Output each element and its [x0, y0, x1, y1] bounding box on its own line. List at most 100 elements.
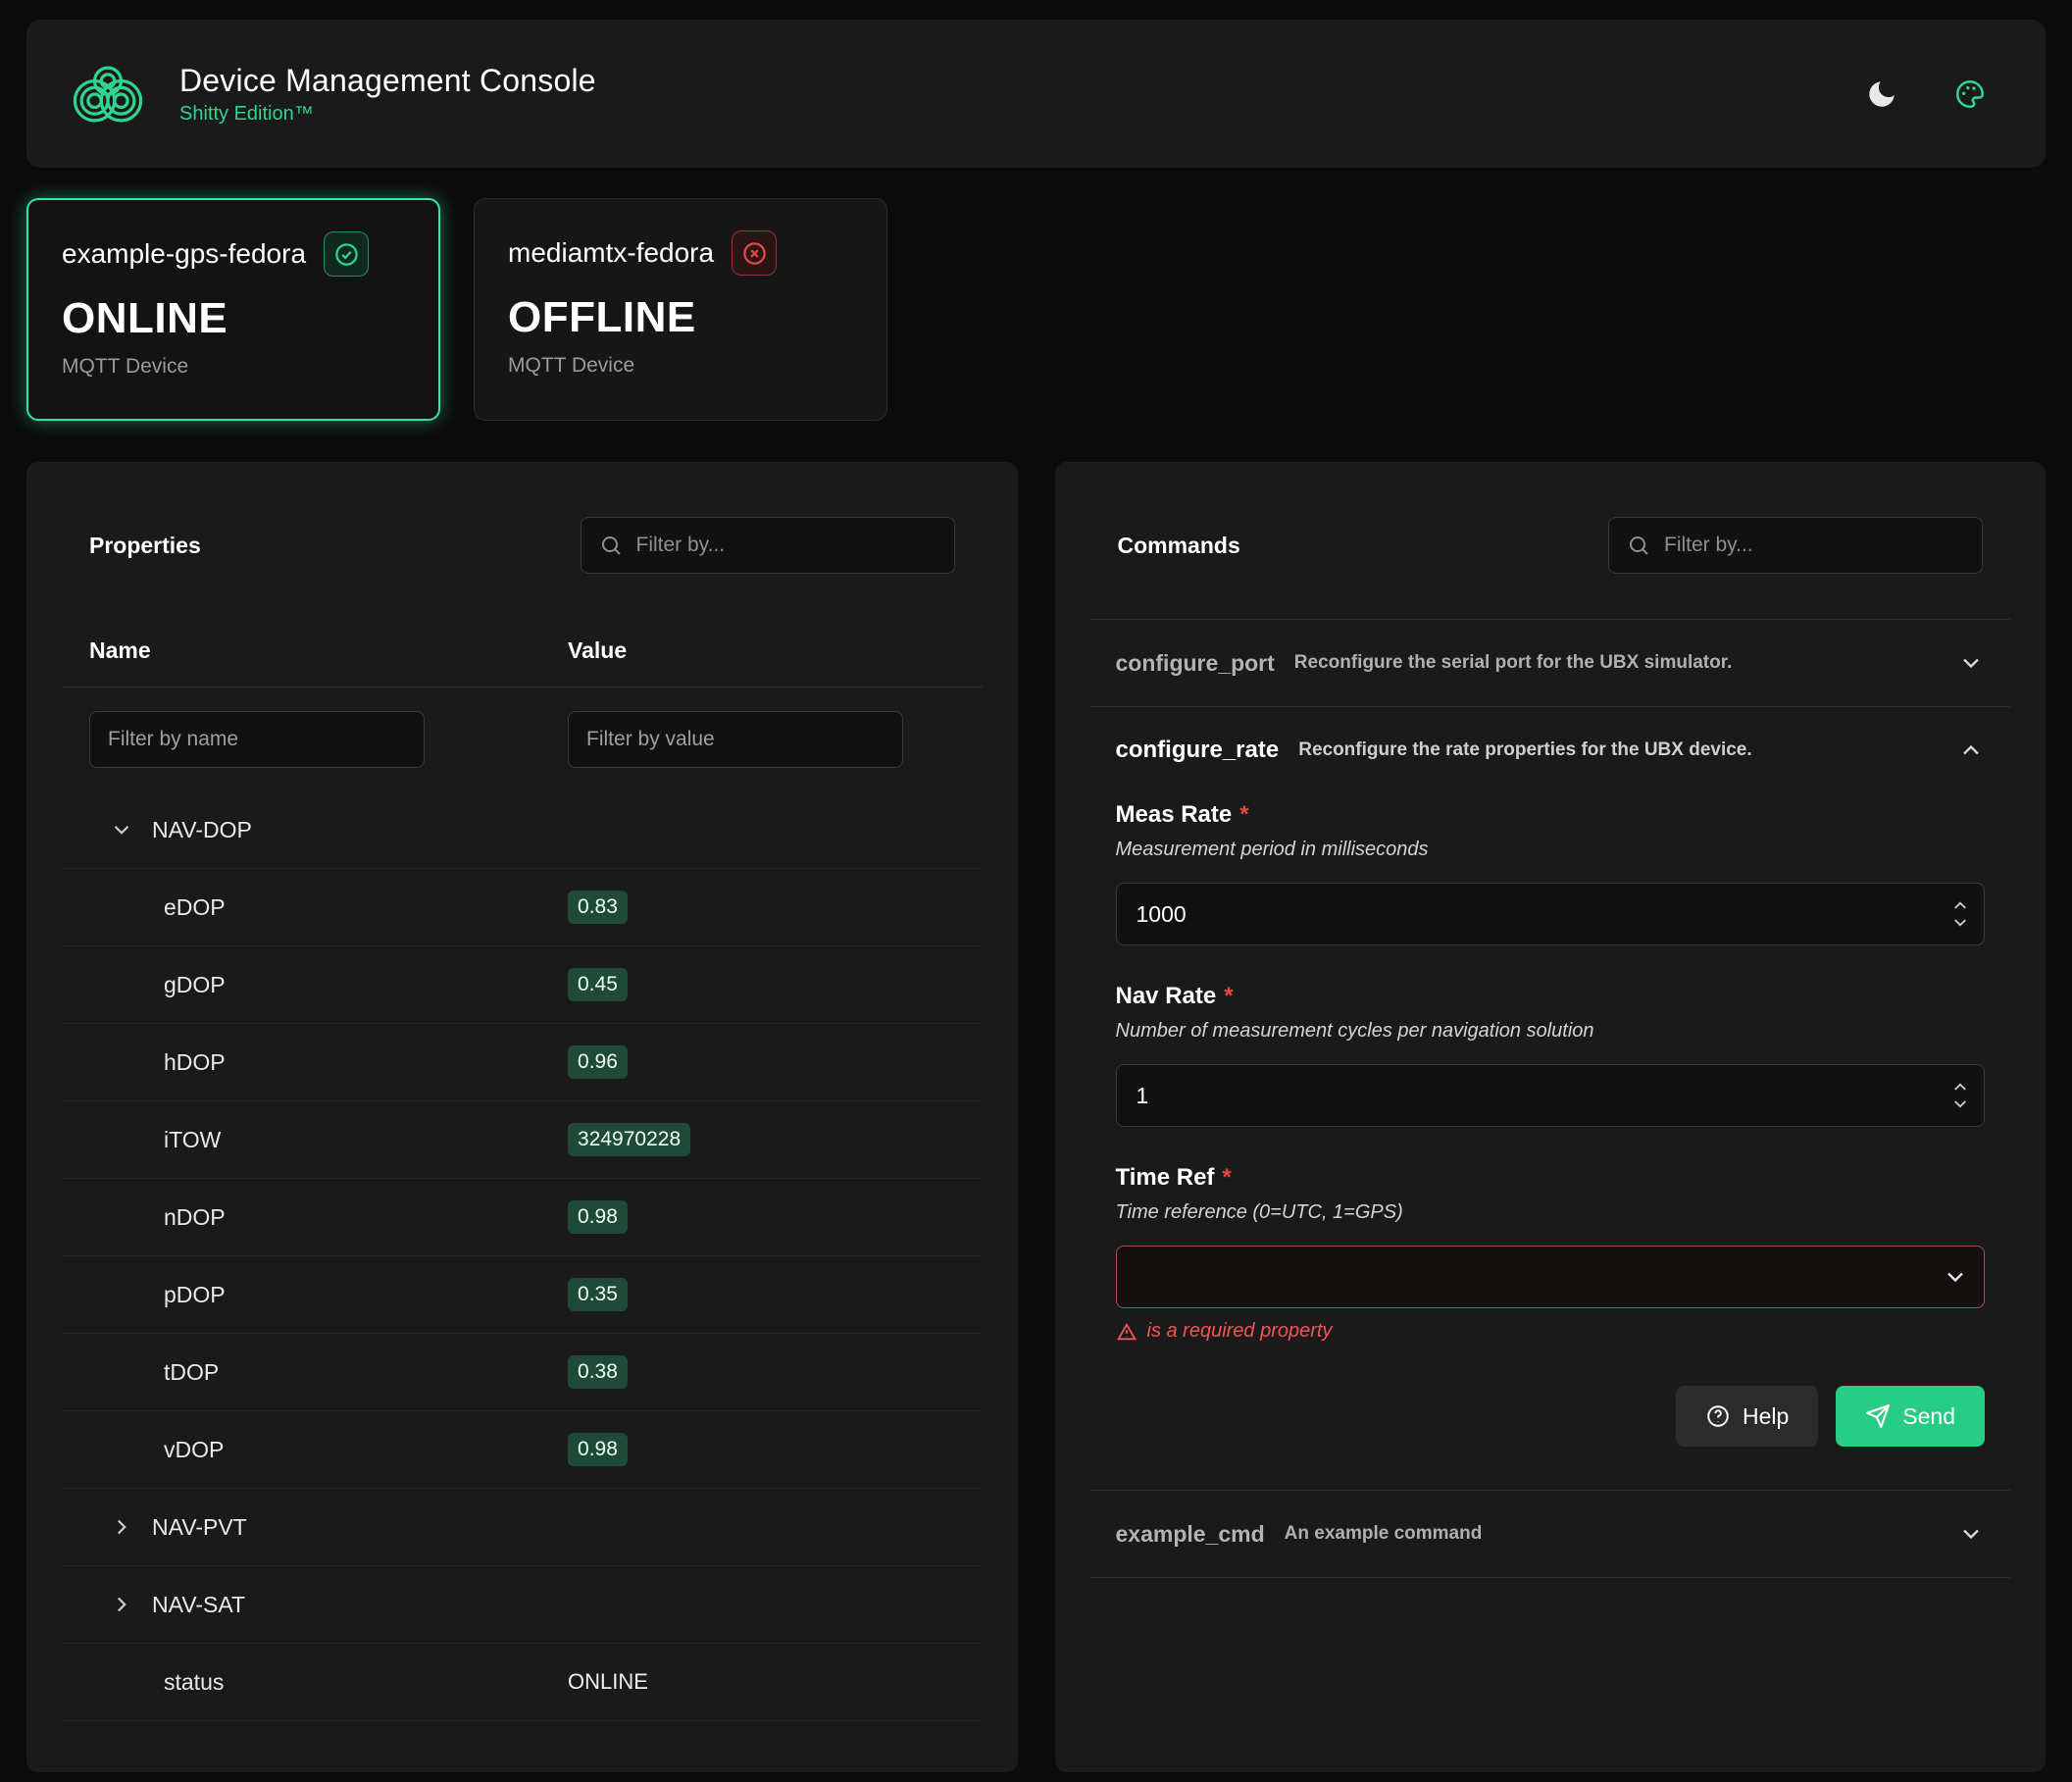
chevron-down-icon	[1957, 1520, 1985, 1548]
required-marker: *	[1222, 1164, 1231, 1191]
properties-filter-input[interactable]	[636, 534, 936, 557]
field-label: Nav Rate*	[1116, 983, 1986, 1010]
command-description: Reconfigure the rate properties for the …	[1298, 739, 1751, 761]
commands-filter-input[interactable]	[1664, 534, 1964, 557]
field-time-ref: Time Ref* Time reference (0=UTC, 1=GPS)	[1116, 1164, 1986, 1343]
command-description: An example command	[1285, 1523, 1483, 1545]
command-header[interactable]: configure_rate Reconfigure the rate prop…	[1090, 707, 2011, 793]
field-label: Meas Rate*	[1116, 801, 1986, 829]
stepper-up-icon	[1951, 898, 1969, 912]
search-icon	[1627, 534, 1650, 557]
property-name: tDOP	[164, 1359, 219, 1386]
column-header-name: Name	[62, 637, 540, 664]
command-name: configure_rate	[1116, 737, 1280, 764]
commands-filter[interactable]	[1608, 517, 1983, 574]
help-button[interactable]: Help	[1676, 1386, 1818, 1447]
property-row-vdop: vDOP 0.98	[62, 1411, 983, 1489]
property-row-gdop: gDOP 0.45	[62, 946, 983, 1024]
moon-icon	[1865, 77, 1898, 111]
property-name: iTOW	[164, 1127, 221, 1153]
property-value-badge: 0.98	[568, 1433, 628, 1466]
property-name: nDOP	[164, 1204, 226, 1231]
property-group-nav-pvt[interactable]: NAV-PVT	[62, 1489, 983, 1566]
property-name: pDOP	[164, 1282, 226, 1308]
command-actions: Help Send	[1116, 1386, 1986, 1447]
table-filter-row	[62, 687, 983, 791]
number-stepper[interactable]	[1951, 1080, 1969, 1111]
validation-error: is a required property	[1116, 1320, 1986, 1343]
palette-icon	[1953, 77, 1987, 111]
property-group-label: NAV-PVT	[152, 1514, 247, 1541]
column-header-value: Value	[540, 637, 982, 664]
commands-title: Commands	[1118, 533, 1240, 559]
device-type: MQTT Device	[62, 355, 405, 379]
property-row-ndop: nDOP 0.98	[62, 1179, 983, 1256]
device-card-head: mediamtx-fedora	[508, 230, 853, 276]
chevron-down-icon	[109, 817, 134, 842]
device-card-example-gps-fedora[interactable]: example-gps-fedora ONLINE MQTT Device	[26, 198, 440, 421]
field-hint: Measurement period in milliseconds	[1116, 839, 1986, 861]
device-card-row: example-gps-fedora ONLINE MQTT Device me…	[26, 198, 2046, 421]
command-header[interactable]: configure_port Reconfigure the serial po…	[1090, 620, 2011, 706]
app-logo-icon	[66, 52, 150, 136]
brand: Device Management Console Shitty Edition…	[66, 52, 596, 136]
command-description: Reconfigure the serial port for the UBX …	[1294, 652, 1733, 674]
property-value-badge: 0.45	[568, 968, 628, 1001]
device-name: mediamtx-fedora	[508, 237, 714, 269]
brand-text: Device Management Console Shitty Edition…	[179, 63, 596, 126]
error-text: is a required property	[1147, 1320, 1333, 1343]
dark-mode-toggle[interactable]	[1861, 74, 1902, 115]
send-button[interactable]: Send	[1836, 1386, 1985, 1447]
property-name: vDOP	[164, 1437, 224, 1463]
property-row-tdop: tDOP 0.38	[62, 1334, 983, 1411]
properties-filter[interactable]	[581, 517, 955, 574]
device-card-mediamtx-fedora[interactable]: mediamtx-fedora OFFLINE MQTT Device	[474, 198, 887, 421]
property-name: status	[164, 1669, 224, 1696]
property-value-badge: 0.83	[568, 891, 628, 924]
meas-rate-input[interactable]	[1116, 883, 1986, 945]
property-name: hDOP	[164, 1049, 226, 1076]
property-row-status: status ONLINE	[62, 1644, 983, 1721]
command-configure-port: configure_port Reconfigure the serial po…	[1090, 619, 2011, 706]
help-icon	[1705, 1403, 1731, 1429]
property-name: eDOP	[164, 894, 226, 921]
required-marker: *	[1239, 801, 1248, 828]
search-icon	[599, 534, 623, 557]
name-filter-input[interactable]	[89, 711, 425, 768]
properties-panel: Properties Name Value	[26, 462, 1018, 1772]
commands-panel: Commands configure_port Reconfigure the …	[1055, 462, 2047, 1772]
page: Device Management Console Shitty Edition…	[0, 0, 2072, 1782]
device-name: example-gps-fedora	[62, 238, 306, 270]
number-stepper[interactable]	[1951, 898, 1969, 930]
value-filter-input[interactable]	[568, 711, 903, 768]
property-group-label: NAV-DOP	[152, 817, 252, 843]
command-name: configure_port	[1116, 650, 1275, 677]
stepper-up-icon	[1951, 1080, 1969, 1094]
main-content: Properties Name Value	[26, 462, 2046, 1772]
device-type: MQTT Device	[508, 354, 853, 378]
stepper-down-icon	[1951, 1097, 1969, 1111]
offline-status-icon	[732, 230, 777, 276]
app-title: Device Management Console	[179, 63, 596, 99]
online-status-icon	[324, 231, 369, 277]
field-hint: Number of measurement cycles per navigat…	[1116, 1020, 1986, 1043]
field-meas-rate: Meas Rate* Measurement period in millise…	[1116, 801, 1986, 945]
theme-palette-button[interactable]	[1949, 74, 1991, 115]
field-nav-rate: Nav Rate* Number of measurement cycles p…	[1116, 983, 1986, 1127]
command-header[interactable]: example_cmd An example command	[1090, 1491, 2011, 1577]
chevron-right-icon	[109, 1514, 134, 1540]
app-subtitle: Shitty Edition™	[179, 103, 596, 126]
property-value-badge: 324970228	[568, 1123, 690, 1156]
property-value-badge: 0.38	[568, 1355, 628, 1389]
time-ref-select[interactable]	[1116, 1246, 1986, 1308]
property-group-nav-dop[interactable]: NAV-DOP	[62, 791, 983, 869]
topbar-actions	[1861, 74, 1991, 115]
properties-panel-head: Properties	[62, 462, 983, 615]
property-group-nav-sat[interactable]: NAV-SAT	[62, 1566, 983, 1644]
command-configure-rate: configure_rate Reconfigure the rate prop…	[1090, 706, 2011, 1490]
command-name: example_cmd	[1116, 1521, 1265, 1548]
property-value-badge: 0.98	[568, 1200, 628, 1234]
chevron-right-icon	[109, 1592, 134, 1617]
property-value-badge: 0.96	[568, 1045, 628, 1079]
nav-rate-input[interactable]	[1116, 1064, 1986, 1127]
